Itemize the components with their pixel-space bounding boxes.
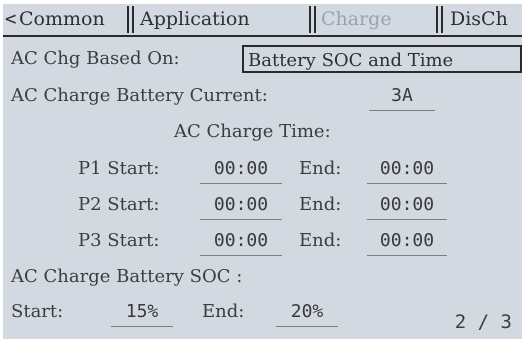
p3-start-field[interactable]: 00:00 <box>200 226 282 256</box>
p2-start-field[interactable]: 00:00 <box>200 190 282 220</box>
tab-bar: < Common Application Charge DisCh <box>3 4 522 37</box>
p2-end-field[interactable]: 00:00 <box>367 190 447 220</box>
p2-start-label: P2 Start: <box>78 194 160 215</box>
tab-charge[interactable]: Charge <box>321 4 392 35</box>
chevron-left-icon[interactable]: < <box>5 10 16 29</box>
ac-chg-based-on-label: AC Chg Based On: <box>11 48 180 69</box>
p3-end-field[interactable]: 00:00 <box>367 226 447 256</box>
tab-bar-divider <box>3 35 522 37</box>
ac-charge-time-heading: AC Charge Time: <box>174 121 331 142</box>
tab-separator <box>127 6 134 33</box>
soc-start-field[interactable]: 15% <box>111 297 173 327</box>
ac-charge-battery-current-field[interactable]: 3A <box>369 81 435 111</box>
ac-chg-based-on-select[interactable]: Battery SOC and Time <box>242 45 522 73</box>
charge-settings-screen: < Common Application Charge DisCh AC Chg… <box>3 4 522 339</box>
p1-end-label: End: <box>299 158 342 179</box>
tab-common[interactable]: Common <box>19 4 105 35</box>
page-indicator: 2 / 3 <box>454 311 512 333</box>
tab-separator <box>309 6 316 33</box>
soc-end-field[interactable]: 20% <box>276 297 338 327</box>
soc-start-label: Start: <box>11 301 64 322</box>
p1-start-field[interactable]: 00:00 <box>200 154 282 184</box>
p3-end-label: End: <box>299 230 342 251</box>
p1-start-label: P1 Start: <box>78 158 160 179</box>
ac-charge-battery-current-label: AC Charge Battery Current: <box>11 85 268 106</box>
soc-end-label: End: <box>202 301 245 322</box>
p2-end-label: End: <box>299 194 342 215</box>
p3-start-label: P3 Start: <box>78 230 160 251</box>
tab-separator <box>436 6 443 33</box>
tab-application[interactable]: Application <box>140 4 250 35</box>
ac-charge-battery-soc-label: AC Charge Battery SOC : <box>11 266 243 287</box>
tab-discharge[interactable]: DisCh <box>450 4 508 35</box>
p1-end-field[interactable]: 00:00 <box>367 154 447 184</box>
